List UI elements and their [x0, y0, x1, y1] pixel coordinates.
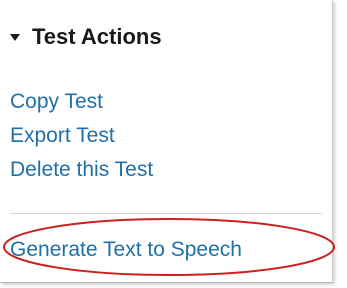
generate-text-to-speech-link[interactable]: Generate Text to Speech: [10, 238, 242, 262]
export-test-link[interactable]: Export Test: [10, 124, 115, 148]
test-actions-header[interactable]: Test Actions: [10, 22, 162, 52]
divider: [10, 213, 322, 214]
copy-test-link[interactable]: Copy Test: [10, 90, 103, 114]
panel-title: Test Actions: [32, 24, 162, 49]
delete-test-link[interactable]: Delete this Test: [10, 158, 153, 182]
test-actions-panel: Test Actions Copy Test Export Test Delet…: [0, 0, 333, 283]
caret-down-icon[interactable]: [10, 34, 20, 41]
